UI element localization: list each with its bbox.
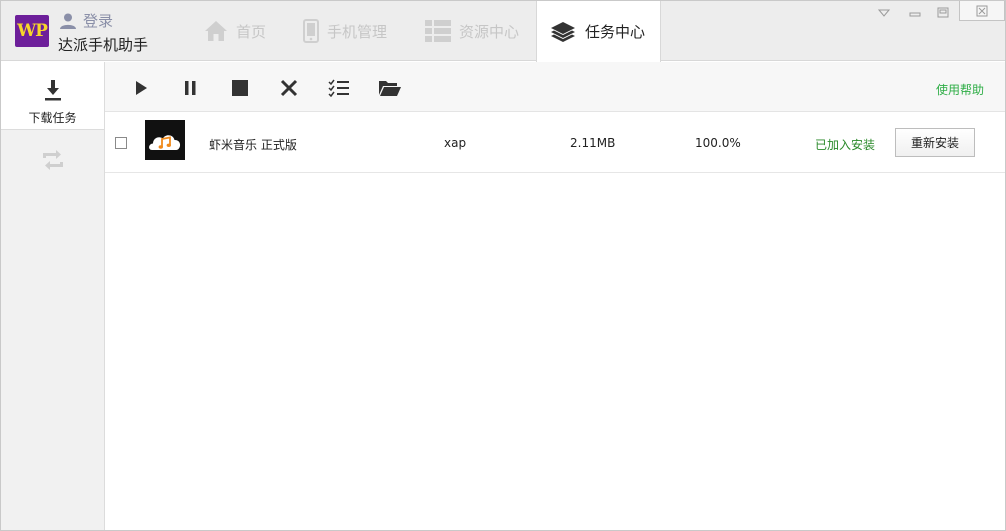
task-size: 2.11MB <box>570 136 616 150</box>
tab-home-label: 首页 <box>236 22 267 41</box>
minimize-button[interactable] <box>906 5 924 21</box>
login-label: 登录 <box>83 12 114 30</box>
tab-home[interactable]: 首页 <box>204 1 266 61</box>
menu-dropdown-button[interactable] <box>875 5 893 21</box>
pause-button[interactable] <box>177 75 203 101</box>
app-icon <box>145 120 185 160</box>
tab-resource-center[interactable]: 资源中心 <box>425 1 519 61</box>
close-button[interactable] <box>959 1 1005 21</box>
reinstall-button[interactable]: 重新安装 <box>895 128 975 157</box>
pause-icon <box>185 81 196 95</box>
folder-open-icon <box>379 81 401 96</box>
start-button[interactable] <box>128 75 154 101</box>
task-type: xap <box>444 136 467 150</box>
app-window: WP 登录 达派手机助手 首页 手机管理 资源中心 任务中心 下载任务 使用帮助… <box>0 0 1006 531</box>
tab-task-center[interactable]: 任务中心 <box>536 1 661 62</box>
tab-phone-manage-label: 手机管理 <box>327 22 388 41</box>
tab-task-center-label: 任务中心 <box>585 23 646 41</box>
stop-icon <box>232 80 248 96</box>
delete-button[interactable] <box>276 75 302 101</box>
task-progress: 100.0% <box>695 136 741 150</box>
sidebar-item-sync[interactable] <box>1 150 104 180</box>
layers-icon <box>551 21 575 42</box>
app-logo: WP <box>15 15 49 47</box>
login-button[interactable]: 登录 <box>59 10 113 31</box>
app-name: 达派手机助手 <box>58 36 149 54</box>
maximize-button[interactable] <box>934 5 952 21</box>
title-bar: WP 登录 达派手机助手 首页 手机管理 资源中心 任务中心 <box>1 1 1005 62</box>
play-icon <box>136 81 147 95</box>
grid-list-icon <box>425 20 451 42</box>
user-icon <box>60 13 76 29</box>
task-toolbar: 使用帮助 <box>105 62 1005 112</box>
minimize-icon <box>909 12 921 17</box>
xiami-music-icon <box>145 120 185 160</box>
maximize-icon <box>937 7 949 18</box>
sidebar-item-download-tasks[interactable]: 下载任务 <box>1 62 104 130</box>
help-link[interactable]: 使用帮助 <box>936 81 984 98</box>
open-folder-button[interactable] <box>377 75 403 101</box>
delete-icon <box>280 79 298 97</box>
tab-resource-center-label: 资源中心 <box>459 22 520 41</box>
download-icon <box>44 80 61 101</box>
home-icon <box>205 21 227 41</box>
task-status: 已加入安装 <box>815 138 876 152</box>
close-icon <box>976 5 988 16</box>
tab-phone-manage[interactable]: 手机管理 <box>303 1 387 61</box>
row-checkbox[interactable] <box>115 137 127 149</box>
stop-button[interactable] <box>227 75 253 101</box>
sidebar-item-label: 下载任务 <box>28 111 77 125</box>
sidebar: 下载任务 <box>1 62 105 530</box>
logo-text: WP <box>17 21 48 41</box>
dropdown-icon <box>878 9 890 17</box>
checklist-icon <box>328 79 349 97</box>
select-all-button[interactable] <box>326 75 352 101</box>
phone-icon <box>303 19 319 43</box>
task-name: 虾米音乐 正式版 <box>209 138 297 152</box>
sync-icon <box>42 150 63 170</box>
table-row: 虾米音乐 正式版 xap 2.11MB 100.0% 已加入安装 重新安装 <box>105 113 1005 173</box>
